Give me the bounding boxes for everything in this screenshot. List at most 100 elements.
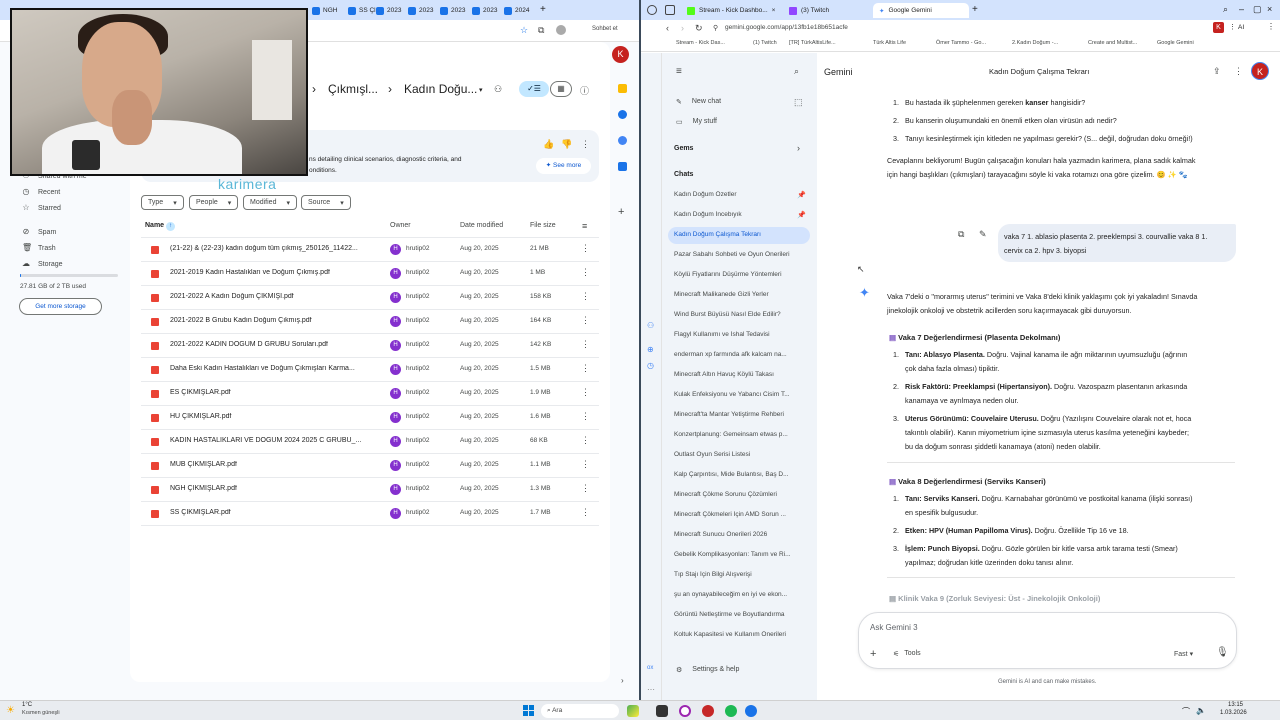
bookmark-item[interactable]: Türk Altis Life [873,40,906,46]
chat-list-item[interactable]: Minecraft Sunucu Önerileri 2026 [674,531,809,538]
table-row[interactable]: 2021-2022 KADIN DOĞUM D GRUBU Soruları.p… [141,334,599,358]
sidebar-item-trash[interactable]: 🗑 Trash [22,244,56,252]
new-tab-icon[interactable]: + [972,4,978,15]
chat-list-item[interactable]: Gebelik Komplikasyonları: Tanım ve Ri... [674,551,809,558]
table-row[interactable]: ES ÇIKMIŞLAR.pdf Hhrutip02 Aug 20, 2025 1.9… [141,382,599,406]
share-people-icon[interactable]: ⚇ [494,84,502,95]
chat-list-item[interactable]: Kalp Çarpıntısı, Mide Bulantısı, Baş D..… [674,471,809,478]
tools-button[interactable]: ⚟ Tools [893,650,921,658]
windows-start-icon[interactable] [523,705,535,717]
bookmark-item[interactable]: [TR] TürkAltisLife... [789,40,836,46]
table-row[interactable]: Daha Eski Kadın Hastalıkları ve Doğum Çı… [141,358,599,382]
table-row[interactable]: NGH ÇIKMIŞLAR.pdf Hhrutip02 Aug 20, 2025 1.… [141,478,599,502]
taskbar-search[interactable]: ⌕ Ara [541,704,619,718]
bookmark-item[interactable]: Stream - Kick Das... [676,40,725,46]
chat-list-item[interactable]: şu an oynayabileceğim en iyi ve ekon... [674,591,809,598]
chat-list-item[interactable]: Minecraft Çökmeleri İçin AMD Sorun ... [674,511,809,518]
chat-list-item[interactable]: Wind Burst Büyüsü Nasıl Elde Edilir? [674,311,809,318]
edge-icon[interactable] [745,705,757,717]
tab-kick[interactable]: Stream - Kick Dashbo... × [681,3,781,18]
browser-tab[interactable]: SS Çl [348,3,376,18]
account-avatar[interactable]: K [612,46,629,63]
site-info-icon[interactable]: ⚲ [713,24,718,32]
thumbs-down-icon[interactable]: 👎 [561,139,572,150]
sidebar-item-recent[interactable]: ◷ Recent [22,188,61,196]
more-options-icon[interactable]: ⋮ [581,363,590,374]
breadcrumb-parent[interactable]: Çıkmışl... [328,82,378,96]
sidebar-item-starred[interactable]: ☆ Starred [22,204,61,212]
copy-icon[interactable]: ⧉ [958,229,964,240]
dropdown-caret-icon[interactable]: ▾ [479,86,483,94]
column-header-size[interactable]: File size [530,222,556,229]
info-icon[interactable]: ⓘ [580,84,589,97]
filter-modified[interactable]: Modified ▾ [243,195,297,210]
table-row[interactable]: SS ÇIKMIŞLAR.pdf Hhrutip02 Aug 20, 2025 1.7… [141,502,599,526]
chat-list-item[interactable]: Flagyl Kullanımı ve İshal Tedavisi [674,331,809,338]
rail-more-icon[interactable]: ⋯ [647,685,655,694]
chat-list-item[interactable]: Outlast Oyun Serisi Listesi [674,451,809,458]
more-options-icon[interactable]: ⋮ [581,483,590,494]
filter-people[interactable]: People ▾ [189,195,239,210]
rail-ext-icon[interactable]: ox [647,665,653,671]
edit-icon[interactable]: ✎ [979,229,987,240]
browser-tab[interactable]: 2023 [376,3,401,18]
browser-app-icon[interactable] [679,705,691,717]
weather-desc[interactable]: Kısmen güneşli [22,710,60,716]
column-header-name[interactable]: Name ↑ [145,222,176,231]
filter-source[interactable]: Source ▾ [301,195,351,210]
sort-options-icon[interactable]: ≡ [582,221,587,231]
bookmark-item[interactable]: Ömer Tammo - Go... [936,40,986,46]
chat-list-item[interactable]: Görüntü Netleştirme ve Boyutlandırma [674,611,809,618]
chat-list-item[interactable]: Minecraft Altın Havuç Köylü Takası [674,371,809,378]
minimize-icon[interactable]: – [1239,4,1244,14]
more-options-icon[interactable]: ⋮ [581,387,590,398]
volume-icon[interactable]: 🔈 [1196,706,1206,715]
settings-help-button[interactable]: ⚙ Settings & help [676,666,739,674]
rail-add-icon[interactable]: ⊕ [647,345,654,354]
table-row[interactable]: HU ÇIKMIŞLAR.pdf Hhrutip02 Aug 20, 2025 1.6… [141,406,599,430]
profile-k-icon[interactable]: K [1213,22,1224,33]
more-options-icon[interactable]: ⋮ [581,507,590,518]
column-header-date[interactable]: Date modified [460,222,503,229]
tab-gemini-active[interactable]: ✦ Google Gemini [873,3,969,18]
chat-list-item[interactable]: Minecraft'ta Mantar Yetiştirme Rehberi [674,411,809,418]
column-header-owner[interactable]: Owner [390,222,411,229]
more-icon[interactable]: ⋮ [1267,22,1275,31]
more-options-icon[interactable]: ⋮ [581,291,590,302]
table-row[interactable]: 2021-2022 A Kadın Doğum ÇIKMIŞI.pdf Hhrut… [141,286,599,310]
table-row[interactable]: KADIN HASTALIKLARI VE DOĞUM 2024 2025 C … [141,430,599,454]
grid-view-toggle[interactable]: ▦ [550,81,572,97]
chat-list-item[interactable]: Kadın Doğum Özetler [674,191,809,198]
sort-arrow-up-icon[interactable]: ↑ [166,222,176,231]
chat-list-item[interactable]: Konzertplanung: Gemeinsam etwas p... [674,431,809,438]
chat-list-item[interactable]: Köylü Fiyatlarını Düşürme Yöntemleri [674,271,809,278]
keep-icon[interactable] [618,84,627,93]
weather-temp[interactable]: 1°C [22,702,32,708]
chat-list-item[interactable]: Kadın Doğum İncebıyık [674,211,809,218]
menu-icon[interactable]: ⋮ [1229,23,1236,31]
share-icon[interactable]: ⇪ [1213,66,1221,77]
table-row[interactable]: 2021-2019 Kadın Hastalıkları ve Doğum Çı… [141,262,599,286]
clock-date[interactable]: 1.03.2026 [1220,710,1247,716]
more-options-icon[interactable]: ⋮ [581,139,590,150]
hamburger-menu-icon[interactable]: ≡ [676,66,682,77]
sidebar-item-storage[interactable]: ☁ Storage [22,260,63,268]
bookmark-item[interactable]: (1) Twitch [753,40,777,46]
search-tabs-icon[interactable]: ⌕ [1223,4,1228,15]
browser-tab[interactable]: 2024 [504,3,529,18]
more-options-icon[interactable]: ⋮ [581,339,590,350]
ai-button[interactable]: AI [1238,24,1244,31]
get-more-storage-button[interactable]: Get more storage [19,298,102,315]
sidebar-item-spam[interactable]: ⊘ Spam [22,228,57,236]
network-icon[interactable]: ⌒ [1182,706,1190,717]
reload-icon[interactable]: ↻ [695,23,703,34]
gems-chevron-icon[interactable]: › [797,143,800,153]
microphone-icon[interactable]: 🎙 [1216,647,1229,658]
tab-actions-icon[interactable] [665,5,675,15]
table-row[interactable]: 2021-2022 B Grubu Kadın Doğum Çıkmış.pdf… [141,310,599,334]
prompt-input[interactable]: Ask Gemini 3 [870,623,918,632]
more-options-icon[interactable]: ⋮ [581,411,590,422]
browser-tab[interactable]: NGH [312,3,337,18]
contacts-icon[interactable] [618,162,627,171]
extension-icon[interactable]: ⧉ [538,25,544,36]
